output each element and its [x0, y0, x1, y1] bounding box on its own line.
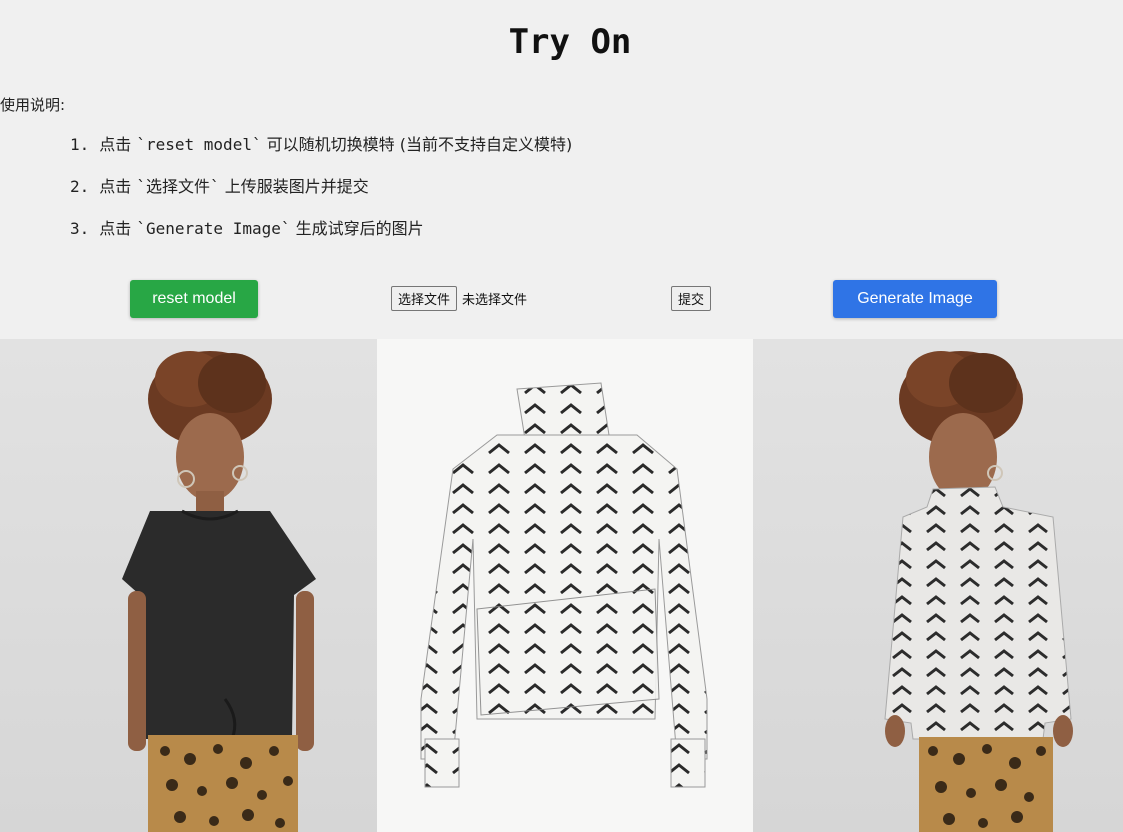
instructions-label: 使用说明: [0, 96, 66, 114]
generate-image-button[interactable]: Generate Image [833, 280, 997, 318]
instruction-step: 3. 点击 `Generate Image` 生成试穿后的图片 [70, 219, 424, 238]
instruction-steps: 1. 点击 `reset model` 可以随机切换模特 (当前不支持自定义模特)… [70, 128, 572, 254]
garment-image [377, 339, 753, 832]
file-input[interactable]: 选择文件 未选择文件 [391, 286, 527, 311]
instruction-step: 2. 点击 `选择文件` 上传服装图片并提交 [70, 177, 369, 196]
try-on-page: Try On 使用说明: 1. 点击 `reset model` 可以随机切换模特… [0, 0, 1123, 832]
page-title: Try On [508, 22, 632, 62]
choose-file-button[interactable]: 选择文件 [391, 286, 458, 311]
result-image [753, 339, 1123, 832]
model-image [0, 339, 377, 832]
reset-model-button[interactable]: reset model [130, 280, 258, 318]
file-status: 未选择文件 [462, 293, 528, 308]
instruction-step: 1. 点击 `reset model` 可以随机切换模特 (当前不支持自定义模特) [70, 135, 573, 154]
submit-button[interactable]: 提交 [671, 286, 712, 311]
